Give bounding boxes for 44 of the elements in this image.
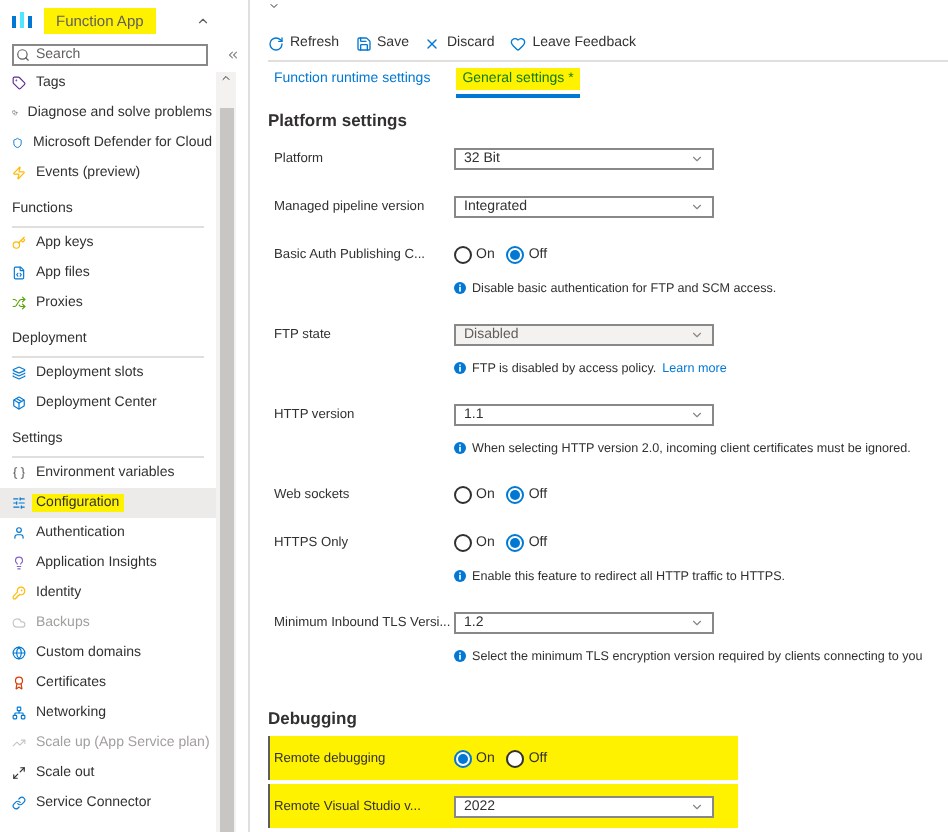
layers-icon <box>12 366 26 380</box>
network-icon <box>12 706 26 720</box>
collapse-icon[interactable] <box>226 47 240 61</box>
info-icon <box>454 282 466 295</box>
sliders-icon <box>12 496 26 510</box>
file-icon <box>12 266 26 280</box>
chevron-icon <box>690 151 704 166</box>
lightbulb-icon <box>12 556 26 570</box>
info-icon <box>454 362 466 375</box>
user-icon <box>12 526 26 540</box>
package-icon <box>12 396 26 410</box>
chevron-icon[interactable] <box>268 0 280 12</box>
chevron-icon <box>690 799 704 814</box>
key-icon <box>12 586 26 600</box>
refresh-icon <box>268 35 284 52</box>
award-icon <box>12 676 26 690</box>
link-icon <box>12 796 26 810</box>
scroll-up-icon[interactable] <box>220 72 232 84</box>
arrows-icon <box>12 296 26 310</box>
trend-icon <box>12 736 26 750</box>
save-icon <box>355 35 372 52</box>
chevron-icon <box>690 199 704 214</box>
braces-icon <box>12 466 26 480</box>
scrollbar[interactable] <box>216 72 236 832</box>
shield-icon <box>12 136 24 150</box>
tag-icon <box>12 76 26 90</box>
cloud-icon <box>12 616 26 630</box>
close-icon <box>424 35 441 52</box>
heart-icon <box>510 35 527 52</box>
lightning-icon <box>12 166 26 180</box>
chevron-icon[interactable] <box>195 13 210 27</box>
key-icon <box>12 236 26 250</box>
info-icon <box>454 570 466 583</box>
chevron-icon <box>690 407 704 422</box>
chevron-icon <box>690 327 704 342</box>
app-logo-icon <box>12 12 32 28</box>
section-heading: Platform settings <box>268 107 409 134</box>
section-heading: Debugging <box>268 706 359 733</box>
chevron-icon <box>690 615 704 630</box>
globe-icon <box>12 646 26 660</box>
info-icon <box>454 442 466 455</box>
expand-icon <box>12 766 26 780</box>
search-icon <box>16 47 30 61</box>
info-icon <box>454 650 466 663</box>
